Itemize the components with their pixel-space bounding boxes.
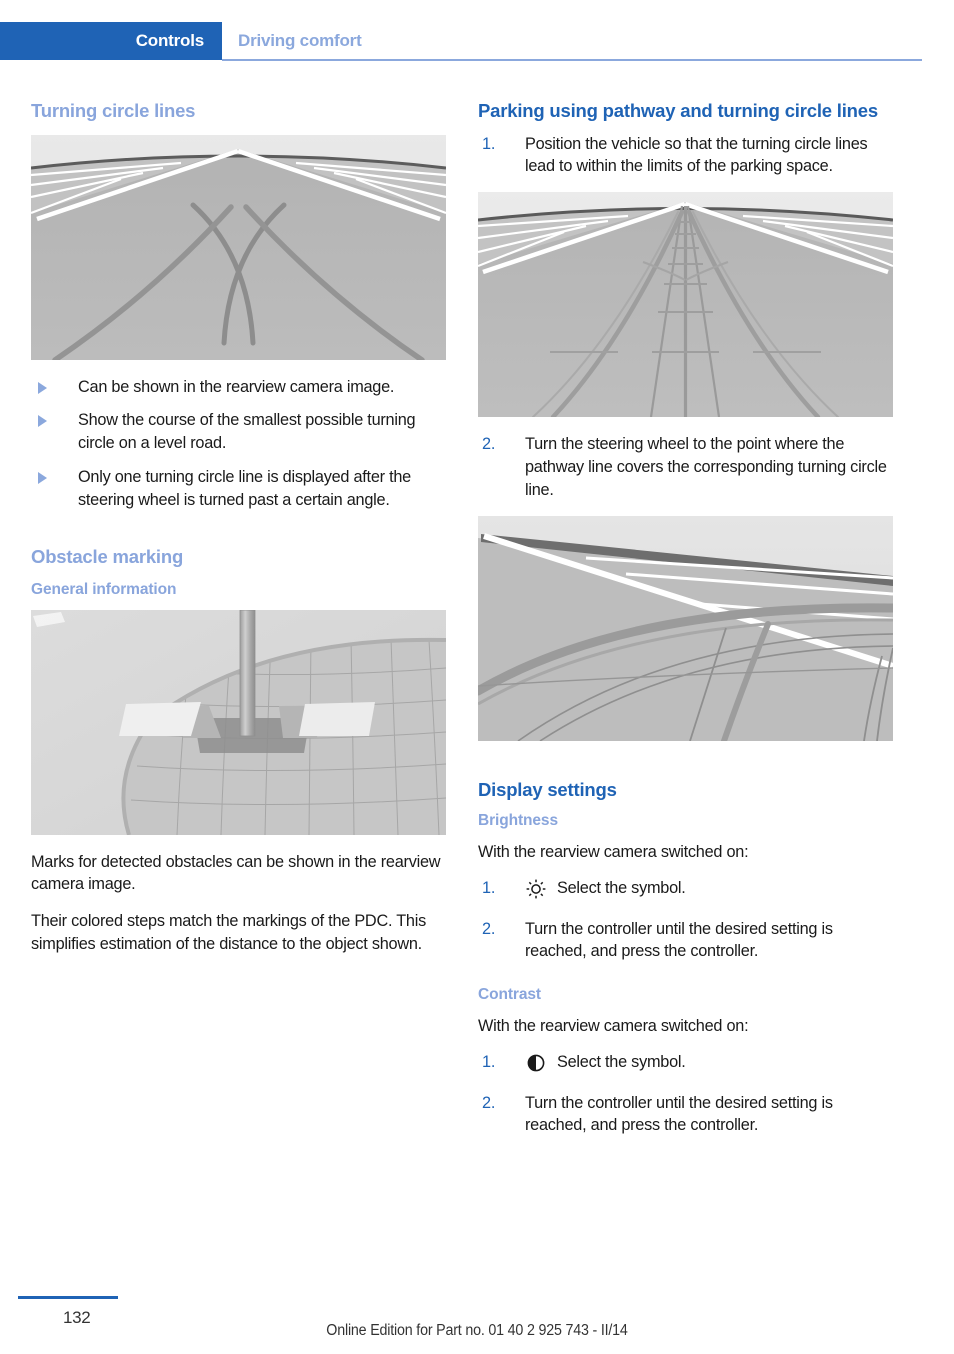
step-number: 2. [482, 919, 496, 938]
contrast-half-circle-icon [525, 1052, 547, 1074]
left-column: Turning circle lines Can be shown in the… [31, 100, 446, 956]
contrast-intro-text: With the rearview camera switched on: [478, 1016, 749, 1035]
heading-display-settings: Display settings [478, 778, 617, 800]
figure-obstacle-marking [31, 609, 446, 835]
list-item: 1. Select the symbol. [478, 877, 893, 906]
brightness-sun-icon [525, 878, 547, 900]
right-column: Parking using pathway and turning circle… [478, 100, 893, 1137]
page-header: Controls Driving comfort [0, 22, 954, 60]
list-item: Can be shown in the rearview camera imag… [31, 376, 446, 399]
step-text: Select the symbol. [557, 1053, 686, 1072]
step-number: 1. [482, 879, 496, 898]
heading-obstacle-marking: Obstacle marking [31, 545, 184, 567]
header-chapter-tab: Controls [0, 22, 222, 60]
parking-step-list-2: 2. Turn the steering wheel to the point … [478, 433, 893, 501]
figure-pathway-covers-turning-line [478, 515, 893, 741]
list-item-text: Only one turning circle line is displaye… [78, 468, 411, 509]
obstacle-paragraph-1: Marks for detected obstacles can be show… [31, 852, 441, 894]
turning-circle-bullet-list: Can be shown in the rearview camera imag… [31, 376, 446, 512]
header-divider [222, 59, 922, 61]
step-text: Position the vehicle so that the turning… [525, 134, 868, 176]
step-number: 1. [482, 1053, 496, 1072]
step-text: Turn the controller until the desired se… [525, 919, 833, 961]
header-section-label: Driving comfort [238, 31, 362, 50]
triangle-bullet-icon [38, 472, 47, 484]
step-text: Turn the controller until the desired se… [525, 1093, 833, 1135]
figure-turning-circle-lines [31, 134, 446, 360]
step-number: 2. [482, 435, 496, 454]
list-item: 2. Turn the steering wheel to the point … [478, 433, 893, 501]
step-number: 1. [482, 134, 496, 153]
subheading-brightness: Brightness [478, 812, 558, 830]
brightness-step-list: 1. Select the symbol. 2. Turn the contro… [478, 877, 893, 963]
list-item: 1. Select the symbol. [478, 1051, 893, 1080]
step-text: Select the symbol. [557, 879, 686, 898]
list-item-text: Show the course of the smallest possible… [78, 411, 416, 453]
brightness-intro-text: With the rearview camera switched on: [478, 842, 749, 861]
step-text: Turn the steering wheel to the point whe… [525, 435, 887, 499]
parking-step-list-1: 1. Position the vehicle so that the turn… [478, 133, 893, 179]
triangle-bullet-icon [38, 415, 47, 428]
step-number: 2. [482, 1093, 496, 1112]
subheading-general-information: General information [31, 581, 177, 599]
footer-divider [18, 1296, 118, 1299]
list-item: 2. Turn the controller until the desired… [478, 1092, 893, 1138]
triangle-bullet-icon [38, 381, 47, 394]
subheading-contrast: Contrast [478, 986, 541, 1004]
footer-edition-note: Online Edition for Part no. 01 40 2 925 … [326, 1322, 628, 1339]
figure-pathway-and-turning-lines [478, 192, 893, 418]
list-item: Only one turning circle line is displaye… [31, 466, 446, 512]
list-item: 1. Position the vehicle so that the turn… [478, 133, 893, 179]
list-item: 2. Turn the controller until the desired… [478, 918, 893, 964]
list-item: Show the course of the smallest possible… [31, 409, 446, 455]
heading-turning-circle-lines: Turning circle lines [31, 100, 196, 121]
contrast-step-list: 1. Select the symbol. 2. Turn the contro… [478, 1051, 893, 1137]
list-item-text: Can be shown in the rearview camera imag… [78, 377, 395, 396]
obstacle-paragraph-2: Their colored steps match the markings o… [31, 912, 426, 953]
heading-parking-using-pathway: Parking using pathway and turning circle… [478, 100, 878, 121]
header-chapter-label: Controls [135, 31, 204, 50]
